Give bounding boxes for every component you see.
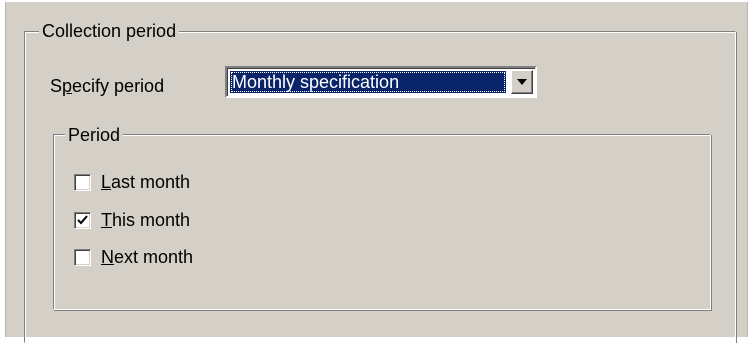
dialog-panel: Collection period Specify period Monthly…: [5, 2, 748, 343]
checkmark-icon: [77, 215, 88, 225]
last-month-label[interactable]: Last month: [101, 172, 190, 192]
collection-period-title: Collection period: [39, 21, 180, 41]
this-month-label[interactable]: This month: [101, 210, 190, 230]
next-month-checkbox[interactable]: [74, 249, 91, 266]
specify-period-dropdown[interactable]: Monthly specification: [225, 66, 537, 98]
chevron-down-icon: [517, 79, 527, 85]
specify-period-selected-value[interactable]: Monthly specification: [230, 71, 506, 93]
dropdown-button[interactable]: [511, 70, 533, 94]
next-month-label[interactable]: Next month: [101, 247, 193, 267]
last-month-checkbox[interactable]: [74, 174, 91, 191]
specify-period-label: Specify period: [50, 76, 165, 96]
period-group-title: Period: [65, 125, 124, 145]
this-month-checkbox[interactable]: [74, 212, 91, 229]
